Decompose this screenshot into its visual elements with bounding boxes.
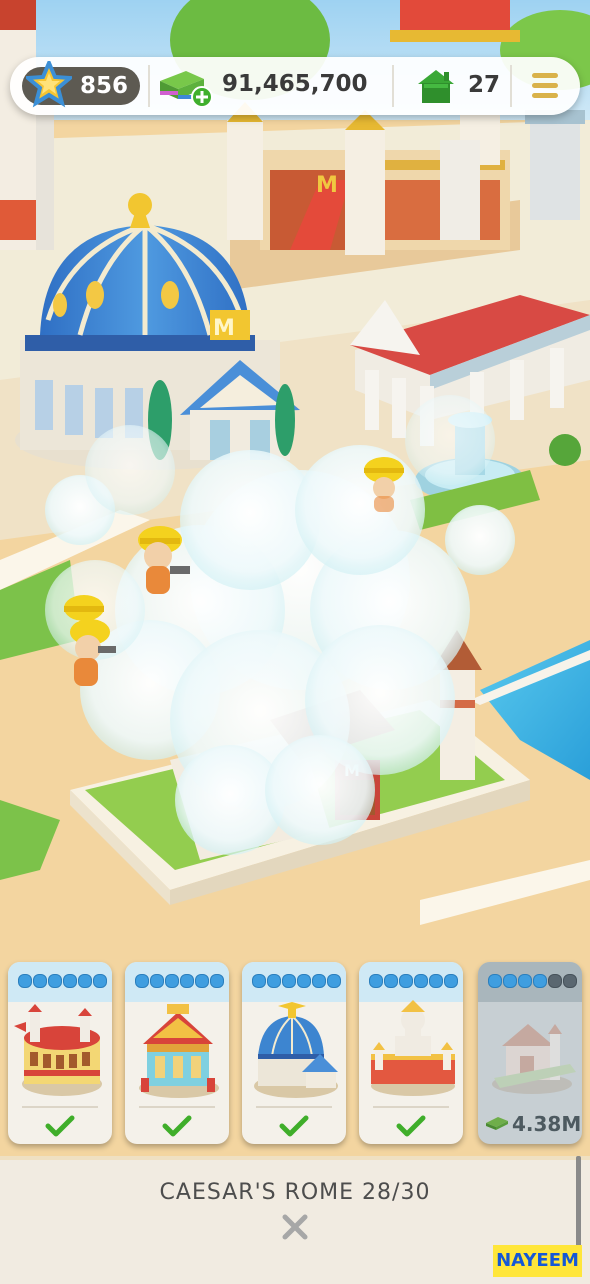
player-level-value: 856 [80,73,129,99]
card-header [8,962,112,1002]
star-dots [488,974,578,988]
card-header [478,962,582,1002]
progress-dot [327,974,341,988]
check-icon [396,1115,426,1137]
landmark-card-statue-monument[interactable] [359,962,463,1144]
progress-dot [18,974,32,988]
card-divider [139,1106,215,1108]
progress-dot [399,974,413,988]
palace-icon [139,1004,219,1098]
unlock-price-value: 4.38M [512,1112,582,1136]
scrollbar[interactable] [576,1156,581,1248]
card-divider [373,1106,449,1108]
unlock-price[interactable]: 4.38M [478,1108,582,1138]
landmark-card-villa[interactable]: 4.38M [478,962,582,1144]
star-dots [252,974,342,988]
star-dots [18,974,108,988]
card-divider [22,1106,98,1108]
landmark-card-domed-theatre[interactable] [242,962,346,1144]
progress-dot [63,974,77,988]
close-x-icon[interactable] [278,1210,312,1244]
cash-stack-icon[interactable] [156,67,216,107]
progress-dot [180,974,194,988]
star-badge-icon [26,61,72,108]
card-divider [256,1106,332,1108]
progress-dot [33,974,47,988]
cash-amount: 91,465,700 [222,71,368,97]
hamburger-menu-icon[interactable] [526,69,566,103]
statue-monument-icon [371,1000,455,1096]
progress-dot [384,974,398,988]
svg-text:M: M [213,316,235,341]
svg-text:M: M [316,173,338,198]
progress-dot [518,974,532,988]
hud-divider [148,65,150,107]
progress-dot [503,974,517,988]
progress-dot [444,974,458,988]
progress-dot [210,974,224,988]
progress-dot [488,974,502,988]
progress-dot [429,974,443,988]
card-header [359,962,463,1002]
progress-dot-empty [563,974,577,988]
card-header [125,962,229,1002]
hud-divider [392,65,394,107]
card-header [242,962,346,1002]
landmark-card-row: 4.38M [0,962,590,1152]
progress-dot [369,974,383,988]
progress-dot [48,974,62,988]
landmark-card-colosseum[interactable] [8,962,112,1144]
landmark-card-palace[interactable] [125,962,229,1144]
star-dots [369,974,459,988]
watermark-badge: NAYEEM [493,1245,582,1277]
house-count: 27 [468,72,501,98]
progress-dot [150,974,164,988]
bush [549,434,581,466]
progress-dot [252,974,266,988]
progress-dot [282,974,296,988]
board-progress-title: CAESAR'S ROME 28/30 [159,1180,431,1205]
progress-dot [93,974,107,988]
star-dots [135,974,225,988]
progress-dot [533,974,547,988]
progress-dot [267,974,281,988]
cash-icon [486,1117,508,1130]
progress-dot [414,974,428,988]
progress-dot [78,974,92,988]
progress-dot [195,974,209,988]
hud-divider [510,65,512,107]
progress-dot-empty [548,974,562,988]
villa-icon [492,1024,576,1094]
progress-dot [135,974,149,988]
top-resource-bar: 856 91,465,700 27 [10,57,580,115]
progress-dot [165,974,179,988]
check-icon [45,1115,75,1137]
check-icon [279,1115,309,1137]
colosseum-icon [14,1004,102,1096]
house-icon [418,70,454,103]
progress-dot [312,974,326,988]
check-icon [162,1115,192,1137]
domed-theatre-icon [254,1002,338,1098]
progress-dot [297,974,311,988]
